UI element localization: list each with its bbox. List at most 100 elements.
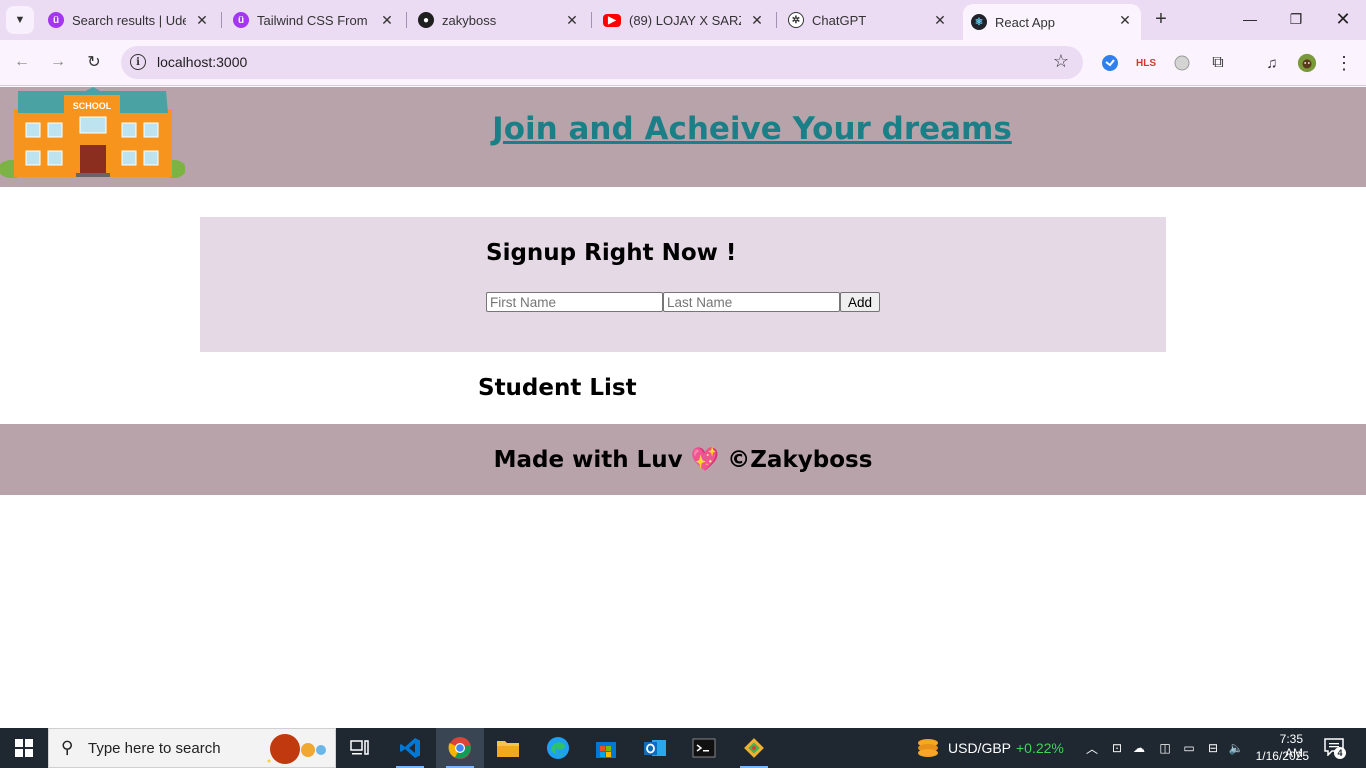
terminal-icon xyxy=(692,738,716,758)
vscode-icon xyxy=(400,738,420,758)
tab-title: React App xyxy=(995,14,1055,30)
taskbar-search-box[interactable]: ⚲ Type here to search xyxy=(48,728,336,768)
tab-divider xyxy=(221,12,222,28)
close-icon[interactable]: ✕ xyxy=(932,12,948,28)
outlook-icon xyxy=(644,740,666,756)
new-tab-button[interactable]: + xyxy=(1150,8,1172,30)
bookmark-star-icon[interactable]: ☆ xyxy=(1053,51,1069,72)
windows-logo-icon xyxy=(15,739,33,757)
footer-text: Made with Luv 💖 ©Zakyboss xyxy=(493,447,873,473)
reload-button[interactable]: ↻ xyxy=(84,52,104,72)
tab-title: (89) LOJAY X SARZ - xyxy=(629,12,741,28)
tab-search-button[interactable]: ▼ xyxy=(6,6,34,34)
react-icon: ⚛ xyxy=(971,14,987,30)
browser-tab-tailwind[interactable]: ü Tailwind CSS From Sc ✕ xyxy=(233,0,395,40)
taskbar-outlook[interactable] xyxy=(631,728,679,768)
signup-title: Signup Right Now ! xyxy=(486,240,737,266)
close-icon[interactable]: ✕ xyxy=(379,12,395,28)
edge-icon xyxy=(547,737,569,759)
task-view-icon xyxy=(350,740,369,755)
taskbar-chrome[interactable] xyxy=(436,728,484,768)
taskbar-search-placeholder: Type here to search xyxy=(88,740,221,757)
site-info-icon[interactable]: i xyxy=(130,54,146,70)
battery-icon[interactable]: ▭ xyxy=(1181,740,1197,756)
udemy-icon: ü xyxy=(48,12,64,28)
minimize-button[interactable]: ― xyxy=(1240,8,1260,30)
ticker-change[interactable]: +0.22% xyxy=(1016,740,1064,756)
udemy-icon: ü xyxy=(233,12,249,28)
last-name-input[interactable] xyxy=(663,292,840,312)
taskbar-file-explorer[interactable] xyxy=(484,728,532,768)
close-icon[interactable]: ✕ xyxy=(194,12,210,28)
browser-menu-icon[interactable]: ⋮ xyxy=(1334,53,1354,73)
search-icon: ⚲ xyxy=(61,738,74,757)
windows-taskbar: ⚲ Type here to search USD/GBP +0.22% ︿ ⊡ xyxy=(0,728,1366,768)
notification-count-badge: 4 xyxy=(1334,747,1346,759)
show-hidden-icons-chevron-icon[interactable]: ︿ xyxy=(1084,740,1100,756)
back-button[interactable]: ← xyxy=(12,52,32,72)
onedrive-icon[interactable]: ☁ xyxy=(1131,740,1147,756)
network-icon[interactable]: ⊟ xyxy=(1205,740,1221,756)
browser-tab-youtube[interactable]: ▶ (89) LOJAY X SARZ - ✕ xyxy=(603,0,765,40)
extension-shield-icon[interactable] xyxy=(1100,53,1120,73)
ticker-label[interactable]: USD/GBP xyxy=(948,740,1011,756)
tab-title: zakyboss xyxy=(442,12,497,28)
start-button[interactable] xyxy=(0,728,48,768)
store-icon xyxy=(596,742,616,758)
close-window-button[interactable]: ✕ xyxy=(1333,8,1353,30)
plus-icon: + xyxy=(1155,7,1167,30)
tab-title: Tailwind CSS From Sc xyxy=(257,12,371,28)
volume-icon[interactable]: 🔈 xyxy=(1228,740,1244,756)
taskbar-store[interactable] xyxy=(582,728,630,768)
taskbar-git-app[interactable] xyxy=(730,728,778,768)
restore-button[interactable]: ❐ xyxy=(1286,8,1306,30)
address-url[interactable]: localhost:3000 xyxy=(157,54,247,70)
browser-tab-react-app[interactable]: ⚛ React App ✕ xyxy=(963,4,1141,40)
taskbar-terminal[interactable] xyxy=(680,728,728,768)
tab-divider xyxy=(776,12,777,28)
site-header: SCHOOL Join and Acheive Your dreams xyxy=(0,87,1366,187)
chevron-down-icon: ▼ xyxy=(14,14,26,26)
tray-device-icon[interactable]: ⊡ xyxy=(1109,740,1125,756)
close-icon[interactable]: ✕ xyxy=(564,12,580,28)
site-footer: Made with Luv 💖 ©Zakyboss xyxy=(0,424,1366,495)
taskbar-edge[interactable] xyxy=(534,728,582,768)
add-button[interactable]: Add xyxy=(840,292,880,312)
hls-extension-icon[interactable]: HLS xyxy=(1136,53,1156,73)
tray-camera-icon[interactable]: ◫ xyxy=(1157,740,1173,756)
github-icon: ● xyxy=(418,12,434,28)
close-icon[interactable]: ✕ xyxy=(1117,12,1133,28)
student-list-title: Student List xyxy=(478,375,637,401)
page-headline[interactable]: Join and Acheive Your dreams xyxy=(185,111,1319,147)
tab-divider xyxy=(591,12,592,28)
search-highlight-planets-icon xyxy=(267,734,326,764)
page-viewport: SCHOOL Join and Acheive Your dreams Sign… xyxy=(0,87,1366,728)
signup-panel: Signup Right Now ! Add xyxy=(200,217,1166,352)
media-controls-icon[interactable]: ♫ xyxy=(1262,53,1282,73)
address-bar[interactable]: i localhost:3000 ☆ xyxy=(121,46,1083,79)
extension-puzzle-grey-icon[interactable] xyxy=(1172,53,1192,73)
browser-tab-udemy-search[interactable]: ü Search results | Udem ✕ xyxy=(48,0,210,40)
taskbar-vscode[interactable] xyxy=(386,728,434,768)
forward-button[interactable]: → xyxy=(48,52,68,72)
browser-tab-chatgpt[interactable]: ✲ ChatGPT ✕ xyxy=(788,0,948,40)
browser-tab-strip: ▼ ü Search results | Udem ✕ ü Tailwind C… xyxy=(0,0,1366,40)
folder-icon xyxy=(497,741,519,757)
close-icon[interactable]: ✕ xyxy=(749,12,765,28)
task-view-button[interactable] xyxy=(336,728,384,768)
tab-divider xyxy=(406,12,407,28)
youtube-icon: ▶ xyxy=(603,13,621,27)
git-diamond-icon xyxy=(744,738,764,758)
logo-text: SCHOOL xyxy=(73,101,112,111)
profile-avatar[interactable] xyxy=(1297,53,1317,73)
coins-icon xyxy=(918,739,938,757)
clock-date[interactable]: 1/16/2025 xyxy=(1253,749,1309,763)
first-name-input[interactable] xyxy=(486,292,663,312)
extensions-puzzle-icon[interactable]: ⧉ xyxy=(1208,53,1228,73)
notification-center-button[interactable]: 4 xyxy=(1324,738,1346,759)
school-logo: SCHOOL xyxy=(0,87,186,179)
reload-icon: ↻ xyxy=(87,54,101,71)
browser-toolbar: ← → ↻ i localhost:3000 ☆ HLS ⧉ ♫ ⋮ xyxy=(0,40,1366,86)
arrow-left-icon: ← xyxy=(14,53,30,70)
browser-tab-github[interactable]: ● zakyboss ✕ xyxy=(418,0,580,40)
